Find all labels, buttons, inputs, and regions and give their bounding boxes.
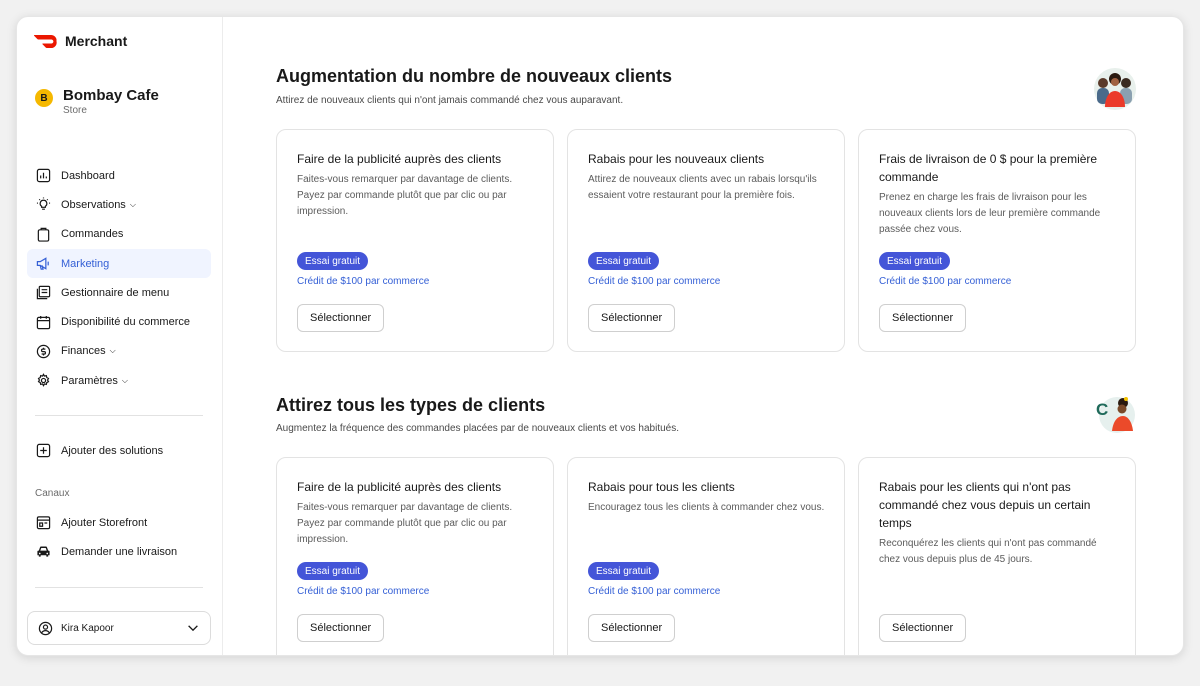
- add-solutions: Ajouter des solutions: [27, 436, 211, 465]
- sidebar: Merchant B Bombay Cafe Store Dashboard O…: [17, 17, 223, 655]
- sidebar-item-menu-manager[interactable]: Gestionnaire de menu: [27, 278, 211, 307]
- sidebar-item-store-availability[interactable]: Disponibilité du commerce: [27, 307, 211, 336]
- card-title: Faire de la publicité auprès des clients: [297, 480, 502, 494]
- sidebar-item-label: Commandes: [61, 228, 124, 241]
- sidebar-divider: [35, 587, 203, 588]
- sidebar-item-request-delivery[interactable]: Demander une livraison: [27, 537, 211, 566]
- add-solutions-button[interactable]: Ajouter des solutions: [27, 436, 211, 465]
- credit-text: Crédit de $100 par commerce: [297, 276, 430, 287]
- store-avatar: B: [35, 89, 53, 107]
- storefront-icon: [35, 515, 51, 531]
- sidebar-item-label: Finances: [61, 345, 106, 358]
- sidebar-item-label: Demander une livraison: [61, 545, 178, 558]
- add-solutions-label: Ajouter des solutions: [61, 444, 164, 457]
- sidebar-item-finances[interactable]: Finances ⌵: [27, 337, 211, 366]
- section-title: Augmentation du nombre de nouveaux clien…: [276, 66, 673, 86]
- sidebar-item-label: Dashboard: [61, 169, 115, 182]
- sidebar-item-dashboard[interactable]: Dashboard: [27, 161, 211, 190]
- card-title: Rabais pour les nouveaux clients: [588, 152, 765, 166]
- select-button[interactable]: Sélectionner: [588, 304, 676, 332]
- lightbulb-icon: [35, 197, 51, 213]
- dollar-icon: [35, 343, 51, 359]
- sidebar-item-label: Ajouter Storefront: [61, 516, 148, 529]
- channels-list: Ajouter Storefront Demander une livraiso…: [27, 508, 211, 567]
- select-button[interactable]: Sélectionner: [297, 304, 385, 332]
- sidebar-item-settings[interactable]: Paramètres ⌵: [27, 366, 211, 395]
- brand-name: Merchant: [65, 33, 128, 49]
- brand[interactable]: Merchant: [33, 33, 127, 49]
- user-name: Kira Kapoor: [61, 622, 114, 634]
- select-button[interactable]: Sélectionner: [879, 614, 967, 642]
- offer-card: Faire de la publicité auprès des clients…: [276, 457, 554, 655]
- free-trial-badge: Essai gratuit: [879, 252, 951, 270]
- app-window: Merchant B Bombay Cafe Store Dashboard O…: [16, 16, 1184, 656]
- select-button[interactable]: Sélectionner: [879, 304, 967, 332]
- card-title: Rabais pour tous les clients: [588, 480, 735, 494]
- customer-illustration: C: [1096, 397, 1135, 433]
- sidebar-item-marketing[interactable]: Marketing: [27, 248, 211, 279]
- sidebar-item-observations[interactable]: Observations ⌵: [27, 190, 211, 219]
- chevron-down-icon: ⌵: [109, 346, 116, 356]
- sidebar-item-add-storefront[interactable]: Ajouter Storefront: [27, 508, 211, 537]
- megaphone-icon: [35, 256, 51, 272]
- store-type: Store: [63, 105, 87, 116]
- free-trial-badge: Essai gratuit: [588, 562, 660, 580]
- credit-text: Crédit de $100 par commerce: [879, 276, 1012, 287]
- card-description: Faites-vous remarquer par davantage de c…: [297, 502, 513, 545]
- plus-square-icon: [35, 443, 51, 459]
- gear-icon: [35, 373, 51, 389]
- sidebar-nav: Dashboard Observations ⌵ Commandes Marke…: [27, 161, 211, 395]
- select-button[interactable]: Sélectionner: [588, 614, 676, 642]
- doordash-logo-icon: [33, 35, 57, 48]
- offer-card: Rabais pour les clients qui n'ont pas co…: [858, 457, 1136, 655]
- card-description: Encouragez tous les clients à commander …: [588, 502, 825, 513]
- clipboard-icon: [35, 226, 51, 242]
- card-description: Attirez de nouveaux clients avec un raba…: [588, 174, 817, 201]
- section-subtitle: Attirez de nouveaux clients qui n'ont ja…: [276, 95, 624, 106]
- free-trial-badge: Essai gratuit: [297, 252, 369, 270]
- dashboard-icon: [35, 168, 51, 184]
- offer-card: Rabais pour tous les clients Encouragez …: [567, 457, 845, 655]
- credit-text: Crédit de $100 par commerce: [297, 586, 430, 597]
- sidebar-item-commandes[interactable]: Commandes: [27, 220, 211, 249]
- offer-card: Faire de la publicité auprès des clients…: [276, 129, 554, 352]
- section-subtitle: Augmentez la fréquence des commandes pla…: [276, 423, 680, 434]
- menu-book-icon: [35, 285, 51, 301]
- card-title: Faire de la publicité auprès des clients: [297, 152, 502, 166]
- card-description: Reconquérez les clients qui n'ont pas co…: [879, 538, 1097, 565]
- store-switcher[interactable]: B Bombay Cafe Store: [35, 87, 159, 116]
- chevron-down-icon: ⌵: [129, 199, 136, 209]
- user-avatar-icon: [38, 621, 53, 635]
- calendar-icon: [35, 314, 51, 330]
- chevron-down-icon: ⌵: [121, 375, 128, 385]
- store-name: Bombay Cafe: [63, 87, 159, 104]
- channels-label: Canaux: [35, 488, 70, 499]
- main-content: Augmentation du nombre de nouveaux clien…: [224, 17, 1183, 655]
- sidebar-item-label: Gestionnaire de menu: [61, 286, 170, 299]
- credit-text: Crédit de $100 par commerce: [588, 586, 721, 597]
- sidebar-item-label: Observations: [61, 198, 126, 211]
- card-title: Frais de livraison de 0 $ pour la premiè…: [879, 152, 1098, 184]
- sidebar-item-label: Marketing: [61, 257, 110, 270]
- free-trial-badge: Essai gratuit: [588, 252, 660, 270]
- sidebar-item-label: Paramètres: [61, 374, 118, 387]
- card-description: Prenez en charge les frais de livraison …: [879, 192, 1101, 235]
- offer-card: Rabais pour les nouveaux clients Attirez…: [567, 129, 845, 352]
- free-trial-badge: Essai gratuit: [297, 562, 369, 580]
- section-title: Attirez tous les types de clients: [276, 395, 546, 415]
- select-button[interactable]: Sélectionner: [297, 614, 385, 642]
- customers-group-illustration: [1094, 68, 1136, 110]
- card-title: Rabais pour les clients qui n'ont pas co…: [879, 480, 1091, 530]
- svg-text:C: C: [1096, 400, 1108, 419]
- car-icon: [35, 544, 51, 560]
- credit-text: Crédit de $100 par commerce: [588, 276, 721, 287]
- sidebar-divider: [35, 415, 203, 416]
- user-menu[interactable]: Kira Kapoor: [27, 611, 211, 645]
- chevron-down-icon: [188, 625, 198, 632]
- offer-card: Frais de livraison de 0 $ pour la premiè…: [858, 129, 1136, 352]
- card-description: Faites-vous remarquer par davantage de c…: [297, 174, 513, 217]
- sidebar-item-label: Disponibilité du commerce: [61, 316, 190, 329]
